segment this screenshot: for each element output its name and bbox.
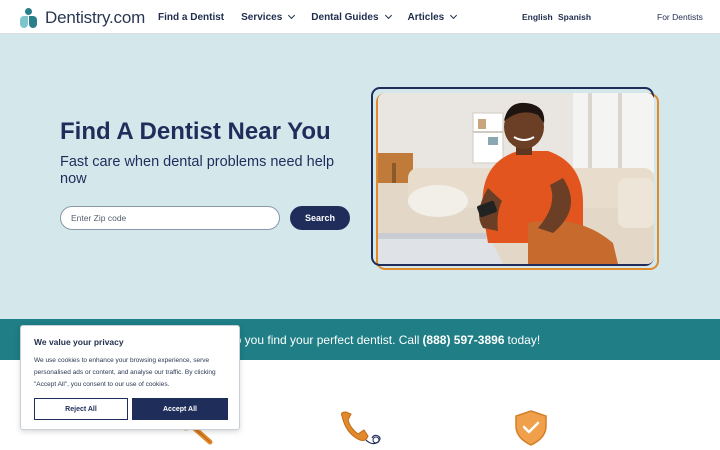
shield-check-icon [513,410,549,450]
nav-label: Articles [407,11,445,23]
main-nav: Find a Dentist Services Dental Guides Ar… [158,0,473,34]
banner-text-after: today! [507,332,541,347]
logo[interactable]: Dentistry.com [20,8,145,28]
nav-find-a-dentist[interactable]: Find a Dentist [158,12,224,23]
reject-all-button[interactable]: Reject All [34,398,128,420]
cookie-title: We value your privacy [34,337,124,347]
cookie-consent-dialog: We value your privacy We use cookies to … [20,325,240,430]
banner-phone[interactable]: (888) 597-3896 [422,333,504,347]
language-english-link[interactable]: English [522,0,553,34]
zip-code-input[interactable] [60,206,280,230]
nav-label: Services [241,11,283,23]
nav-label: Dental Guides [311,11,379,23]
site-header: Dentistry.com Find a Dentist Services De… [0,0,720,34]
phone-icon [338,410,384,450]
banner-text: lp you find your perfect dentist. Call (… [232,319,540,360]
chevron-down-icon [384,11,392,20]
language-spanish-link[interactable]: Spanish [558,0,591,34]
hero-section: Find A Dentist Near You Fast care when d… [0,34,720,319]
hero-photo [378,93,654,264]
nav-dental-guides[interactable]: Dental Guides [311,11,392,23]
banner-text-before: lp you find your perfect dentist. Call [232,332,420,347]
accept-all-button[interactable]: Accept All [132,398,228,420]
hero-title: Find A Dentist Near You [60,118,331,145]
cookie-body: We use cookies to enhance your browsing … [34,357,216,388]
for-dentists-link[interactable]: For Dentists [657,0,703,34]
logo-text: Dentistry.com [45,8,146,27]
nav-services[interactable]: Services [241,11,296,23]
nav-label: Find a Dentist [158,11,225,23]
hero-subtitle: Fast care when dental problems need help… [60,154,335,187]
chevron-down-icon [450,11,458,20]
logo-icon [20,8,38,28]
search-button[interactable]: Search [290,206,350,230]
chevron-down-icon [288,11,296,20]
nav-articles[interactable]: Articles [407,11,458,23]
person-on-sofa-image [378,93,654,264]
